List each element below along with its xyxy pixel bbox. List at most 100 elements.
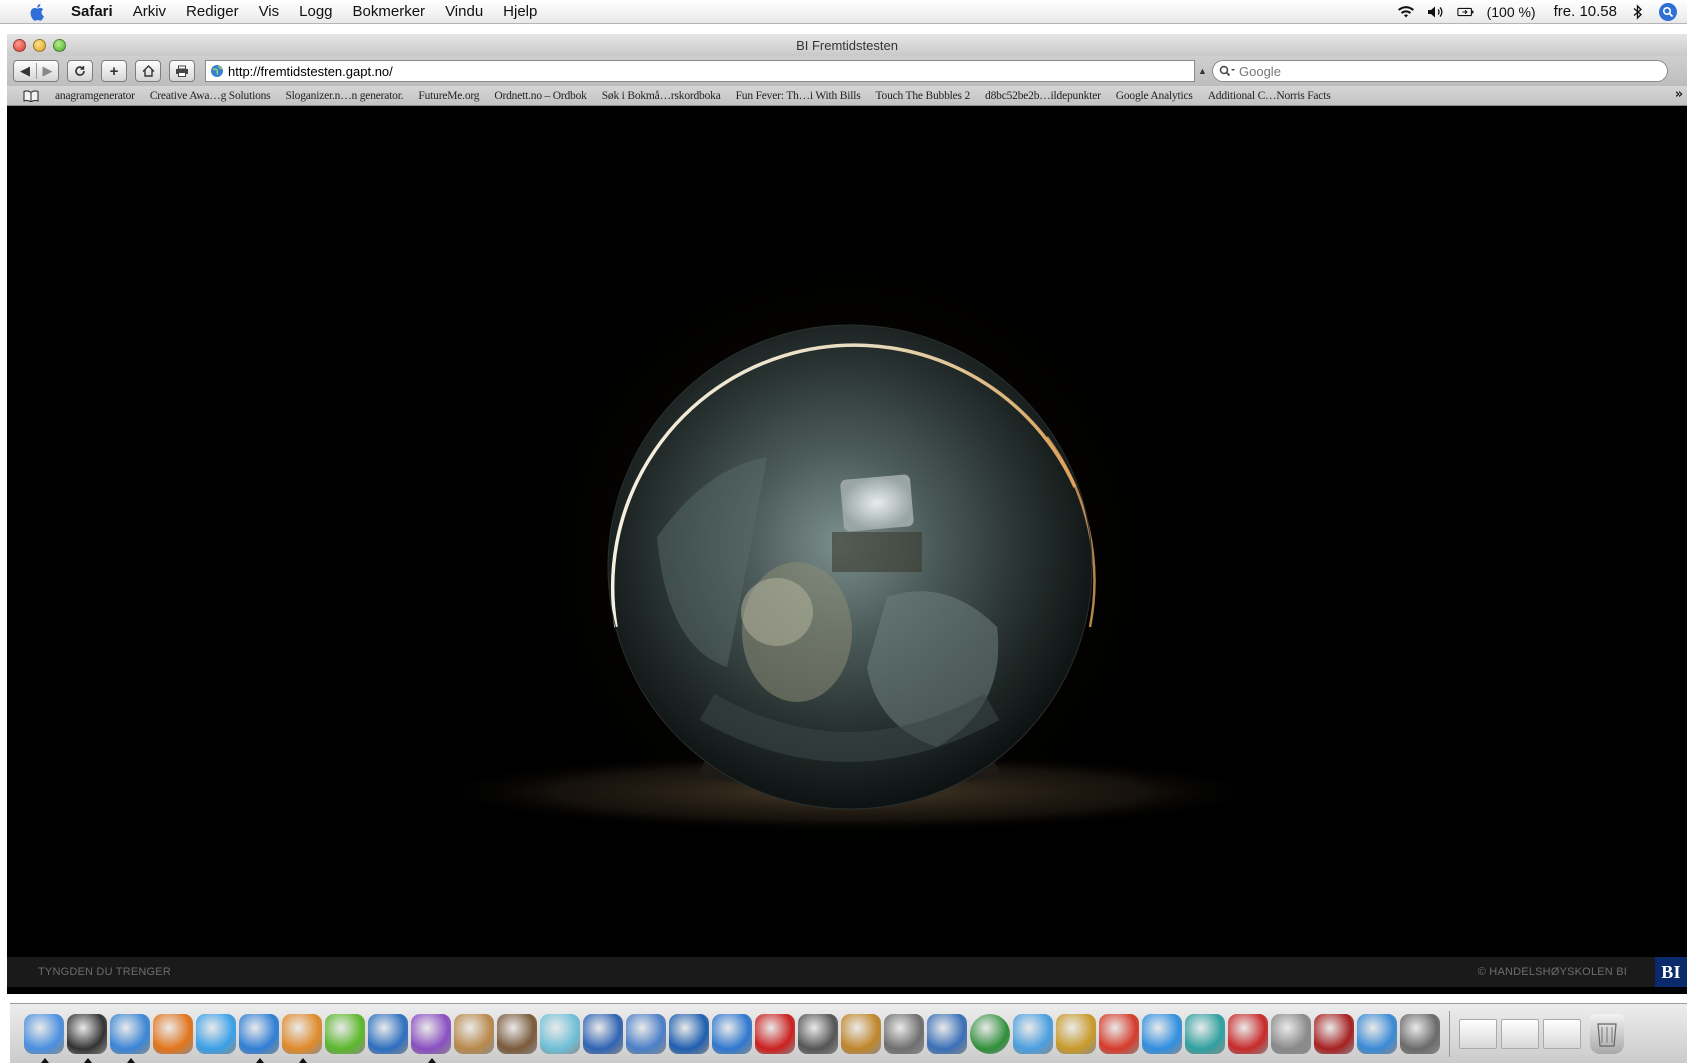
bookmark-item[interactable]: Additional C…Norris Facts: [1208, 90, 1331, 102]
search-input[interactable]: [1239, 63, 1639, 79]
bookmark-item[interactable]: anagramgenerator: [55, 90, 135, 102]
ichat-icon[interactable]: [196, 1013, 236, 1054]
camera-icon[interactable]: [884, 1013, 924, 1054]
menu-logg[interactable]: Logg: [289, 3, 342, 20]
voice-icon[interactable]: [626, 1013, 666, 1054]
menu-hjelp[interactable]: Hjelp: [493, 3, 547, 20]
iphoto-icon[interactable]: [497, 1013, 537, 1054]
plus-icon: +: [109, 62, 119, 80]
apple-menu-icon[interactable]: [27, 2, 49, 22]
menu-extras: (100 %) fre. 10.58: [1397, 2, 1687, 21]
menu-app-name[interactable]: Safari: [63, 3, 123, 20]
search-field[interactable]: [1212, 60, 1668, 82]
menu-arkiv[interactable]: Arkiv: [123, 3, 176, 20]
print-button[interactable]: [169, 60, 195, 82]
menu-bokmerker[interactable]: Bokmerker: [343, 3, 436, 20]
url-input[interactable]: [228, 63, 1188, 79]
entourage-icon[interactable]: [411, 1013, 451, 1063]
feather-icon[interactable]: [1185, 1013, 1225, 1054]
bookmark-item[interactable]: Fun Fever: Th…i With Bills: [736, 90, 861, 102]
menu-rediger[interactable]: Rediger: [176, 3, 249, 20]
bookmark-item[interactable]: Søk i Bokmå…rskordboka: [602, 90, 721, 102]
minimized-window-thumbnail[interactable]: [1543, 1018, 1581, 1049]
minimized-window-thumbnail[interactable]: [1501, 1018, 1539, 1049]
compass-icon[interactable]: [368, 1013, 408, 1054]
bookmark-item[interactable]: Creative Awa…g Solutions: [150, 90, 271, 102]
keynote-icon[interactable]: [927, 1013, 967, 1054]
idvd-icon[interactable]: [712, 1013, 752, 1054]
garageband-icon[interactable]: [841, 1013, 881, 1054]
search-icon: [1219, 65, 1235, 77]
bookmarks-book-icon[interactable]: [23, 89, 39, 102]
bookmark-item[interactable]: Google Analytics: [1116, 90, 1193, 102]
wifi-icon[interactable]: [1397, 3, 1415, 21]
zoom-window-button[interactable]: [53, 39, 66, 52]
printer-icon[interactable]: [1400, 1013, 1440, 1054]
back-forward-buttons: ◀ ▶: [13, 60, 59, 82]
globe-icon: [211, 65, 223, 77]
menu-clock[interactable]: fre. 10.58: [1554, 3, 1617, 20]
crystal-ball-scene[interactable]: [7, 107, 1687, 957]
url-history-icon[interactable]: ▲: [1198, 66, 1208, 76]
window-controls: [13, 39, 66, 52]
dock-separator: [1449, 1010, 1450, 1057]
address-book-icon[interactable]: [454, 1013, 494, 1054]
printer-icon: [176, 65, 188, 77]
bi-logo[interactable]: BI: [1655, 957, 1687, 987]
slogan-text: TYNGDEN DU TRENGER: [38, 966, 171, 978]
ical-icon[interactable]: [1099, 1013, 1139, 1054]
itunes-icon[interactable]: [1013, 1013, 1053, 1054]
quicktime-icon[interactable]: [1142, 1013, 1182, 1054]
reload-button[interactable]: [67, 60, 93, 82]
finder-icon[interactable]: [24, 1013, 64, 1063]
add-bookmark-button[interactable]: +: [101, 60, 127, 82]
plants-icon[interactable]: [325, 1013, 365, 1054]
bluetooth-icon[interactable]: [1629, 3, 1647, 21]
forward-icon[interactable]: ▶: [36, 63, 58, 79]
wmv-icon[interactable]: [970, 1013, 1010, 1054]
running-indicator: [41, 1057, 49, 1063]
safari-icon[interactable]: [110, 1013, 150, 1063]
bookmark-item[interactable]: Sloganizer.n…n generator.: [285, 90, 403, 102]
running-indicator: [84, 1057, 92, 1063]
imovie-icon[interactable]: [583, 1013, 623, 1054]
home-button[interactable]: [135, 60, 161, 82]
browser-window: BI Fremtidstesten ◀ ▶ + ▲ anagramgenerat…: [7, 34, 1687, 994]
google-earth-icon[interactable]: [669, 1013, 709, 1054]
bookmark-item[interactable]: Ordnett.no – Ordbok: [494, 90, 587, 102]
cocktail-icon[interactable]: [1056, 1013, 1096, 1054]
sync-icon[interactable]: [798, 1013, 838, 1054]
photobooth-icon[interactable]: [1314, 1013, 1354, 1054]
back-icon[interactable]: ◀: [14, 63, 36, 79]
word-icon[interactable]: [239, 1013, 279, 1063]
spotlight-icon[interactable]: [1659, 2, 1677, 21]
bookmark-item[interactable]: FutureMe.org: [418, 90, 479, 102]
bookmarks-overflow-icon[interactable]: »: [1675, 87, 1683, 102]
close-window-button[interactable]: [13, 39, 26, 52]
menu-vis[interactable]: Vis: [249, 3, 290, 20]
running-indicator: [256, 1057, 264, 1063]
opera-icon[interactable]: [755, 1013, 795, 1054]
minimized-window-thumbnail[interactable]: [1459, 1018, 1497, 1049]
battery-icon[interactable]: [1456, 3, 1475, 21]
address-bar[interactable]: [205, 60, 1195, 82]
menu-vindu[interactable]: Vindu: [435, 3, 493, 20]
hand-icon[interactable]: [540, 1013, 580, 1054]
running-indicator: [428, 1057, 436, 1063]
bookmark-item[interactable]: Touch The Bubbles 2: [876, 90, 971, 102]
acrobat-icon[interactable]: [1228, 1013, 1268, 1054]
trash-icon[interactable]: [1590, 1013, 1624, 1054]
dock-minimized: [1459, 1018, 1581, 1049]
bookmark-item[interactable]: d8bc52be2b…ildepunkter: [985, 90, 1101, 102]
powerpoint-icon[interactable]: [282, 1013, 322, 1063]
system-icon[interactable]: [1271, 1013, 1311, 1054]
copyright-text: © HANDELSHØYSKOLEN BI: [1477, 966, 1627, 978]
minimize-window-button[interactable]: [33, 39, 46, 52]
running-indicator: [299, 1057, 307, 1063]
messenger-icon[interactable]: [1357, 1013, 1397, 1054]
volume-icon[interactable]: [1427, 3, 1445, 21]
window-titlebar[interactable]: BI Fremtidstesten: [7, 34, 1687, 56]
dashboard-icon[interactable]: [67, 1013, 107, 1063]
menu-bar: Safari Arkiv Rediger Vis Logg Bokmerker …: [0, 0, 1687, 24]
firefox-icon[interactable]: [153, 1013, 193, 1054]
